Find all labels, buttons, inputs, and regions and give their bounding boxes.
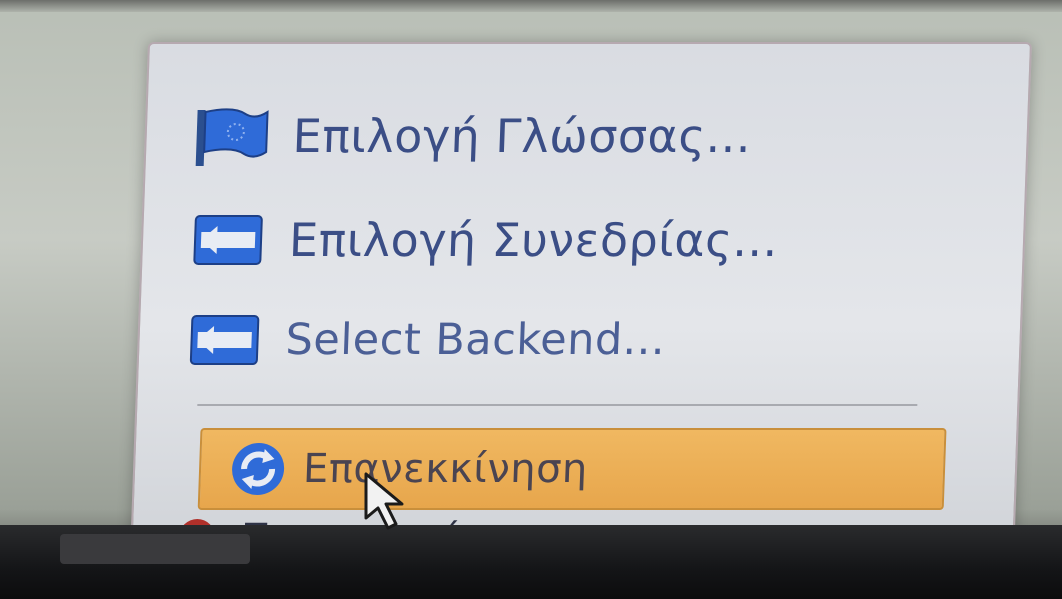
arrow-left-box-icon	[187, 310, 263, 370]
menu-item-label: Επιλογή Γλώσσας...	[291, 109, 753, 163]
menu-item-restart[interactable]: Επανεκκίνηση	[197, 428, 947, 510]
menu-item-language[interactable]: Επιλογή Γλώσσας...	[193, 96, 752, 176]
monitor-bezel-top	[0, 0, 1062, 12]
menu-item-label: Επανεκκίνηση	[302, 446, 589, 492]
menu-item-backend[interactable]: Select Backend...	[186, 300, 666, 380]
arrow-left-box-icon	[190, 210, 266, 270]
background-panel	[60, 534, 250, 564]
menu-separator	[197, 404, 918, 406]
mouse-cursor-icon	[362, 472, 412, 532]
flag-icon	[194, 106, 270, 166]
refresh-icon	[222, 439, 294, 499]
session-menu: Επιλογή Γλώσσας... Επιλογή Συνεδρίας...	[130, 42, 1032, 558]
menu-item-label: Επιλογή Συνεδρίας...	[288, 213, 780, 267]
menu-item-session[interactable]: Επιλογή Συνεδρίας...	[190, 200, 780, 280]
screen: Επιλογή Γλώσσας... Επιλογή Συνεδρίας...	[0, 0, 1062, 599]
menu-item-label: Select Backend...	[284, 315, 667, 365]
